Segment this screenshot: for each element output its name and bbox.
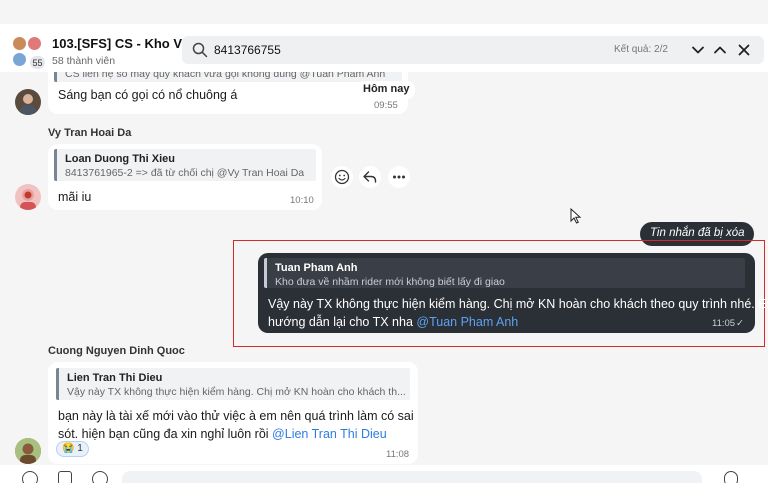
quote-text: Vậy này TX không thực hiện kiểm hàng. Ch… [67,386,406,398]
message-text: bạn này là tài xế mới vào thử việc à em … [58,407,414,443]
chevron-down-icon[interactable] [688,40,708,60]
message-bubble[interactable]: Loan Duong Thi Xieu 8413761965-2 => đã t… [48,144,322,210]
message-line: hướng dẫn lại cho TX nha @Tuan Pham Anh [268,313,768,331]
close-icon[interactable] [734,40,754,60]
member-avatar [27,36,42,51]
reaction-count: 1 [77,443,83,454]
message-line: sót. hiện bạn cũng đa xin nghỉ luôn rồi … [58,425,414,443]
more-icon[interactable] [388,166,410,188]
member-count-badge: 55 [29,55,46,70]
message-text: Vậy này TX không thực hiện kiểm hàng. Ch… [268,295,768,331]
quoted-message[interactable]: Tuan Pham Anh Kho đưa về nhầm rider mới … [264,258,745,288]
search-input[interactable] [214,40,514,60]
quoted-message[interactable]: CS liên hệ số máy quý khách vừa gọi khôn… [54,72,402,82]
quote-author: Loan Duong Thi Xieu [65,153,175,165]
date-badge: Hôm nay [357,81,416,99]
avatar[interactable] [15,438,41,464]
message-text: mãi iu [58,190,92,204]
deleted-message-text: Tin nhắn đã bị xóa [650,227,745,239]
quote-text: Kho đưa về nhầm rider mới không biết lấy… [275,276,505,288]
quoted-message[interactable]: Loan Duong Thi Xieu 8413761965-2 => đã t… [54,149,316,181]
quote-text: CS liên hệ số máy quý khách vừa gọi khôn… [65,72,386,80]
message-line-text: hướng dẫn lại cho TX nha [268,315,417,329]
message-line-text: sót. hiện bạn cũng đa xin nghỉ luôn rồi [58,427,273,441]
quote-author: Lien Tran Thi Dieu [67,372,163,384]
member-avatar [12,36,27,51]
message-text: Sáng bạn có gọi có nổ chuông á [58,88,238,102]
group-avatar[interactable]: 55 [12,36,46,70]
avatar[interactable] [15,184,41,210]
mention-link[interactable]: @Lien Tran Thi Dieu [272,427,387,441]
check-icon: ✓ [736,318,744,329]
sender-name[interactable]: Cuong Nguyen Dinh Quoc [48,345,185,357]
mouse-cursor [570,207,582,227]
message-bubble[interactable]: CS liên hệ số máy quý khách vừa gọi khôn… [48,72,408,114]
smile-icon[interactable] [331,166,353,188]
message-time: 11:05 [712,318,736,329]
quote-author: Tuan Pham Anh [275,262,358,274]
message-line: Vậy này TX không thực hiện kiểm hàng. Ch… [268,297,768,311]
quote-text: 8413761965-2 => đã từ chối chị @Vy Tran … [65,167,305,179]
image-icon[interactable] [58,471,72,483]
attachment-icon[interactable] [92,471,108,483]
message-time: 11:08 [386,449,410,460]
microphone-icon[interactable] [724,471,738,483]
mention-link[interactable]: @Tuan Pham Anh [416,315,518,329]
search-result-count: Kết quả: 2/2 [614,44,668,55]
message-list[interactable]: CS liên hệ số máy quý khách vừa gọi khôn… [0,72,768,465]
message-line: bạn này là tài xế mới vào thử việc à em … [58,409,414,423]
message-bubble[interactable]: Lien Tran Thi Dieu Vậy này TX không thực… [48,362,418,464]
member-avatar [12,52,27,67]
member-count[interactable]: 58 thành viên [52,55,115,67]
reaction-badge[interactable]: 😭 1 [56,441,89,457]
message-bubble[interactable]: Tuan Pham Anh Kho đưa về nhầm rider mới … [258,253,768,333]
search-bar: Kết quả: 2/2 [182,36,764,64]
reaction-emoji: 😭 [62,443,75,454]
chat-header: 55 103.[SFS] CS - Kho Vận 58 thành viên … [0,24,768,72]
group-name[interactable]: 103.[SFS] CS - Kho Vận [52,36,197,51]
emoji-icon[interactable] [22,471,38,483]
message-time: 10:10 [290,195,314,206]
message-time: 09:55 [374,100,398,111]
chevron-up-icon[interactable] [710,40,730,60]
reply-icon[interactable] [359,166,381,188]
message-input[interactable] [122,471,702,483]
avatar[interactable] [15,89,41,115]
composer-bar [0,465,768,483]
search-icon [192,42,208,58]
sender-name[interactable]: Vy Tran Hoai Da [48,127,131,139]
quoted-message[interactable]: Lien Tran Thi Dieu Vậy này TX không thực… [56,368,410,400]
